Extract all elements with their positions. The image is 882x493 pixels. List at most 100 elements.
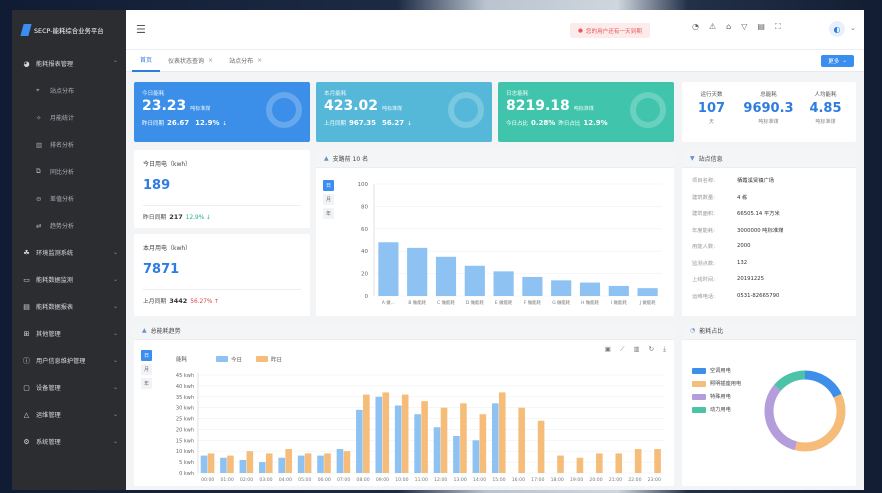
bar [596, 453, 603, 473]
warning-icon[interactable]: ⚠ [709, 22, 716, 32]
more-button[interactable]: 更多 ⌄ [821, 55, 854, 67]
gear-icon: ⚙ [23, 437, 30, 446]
x-tick-label: 19:00 [570, 477, 583, 483]
sidebar-item-8[interactable]: ▭ 能耗数据监测 ⌄ [12, 266, 126, 293]
lock-icon[interactable]: ⌂ [726, 22, 731, 32]
avatar[interactable]: ◐ [829, 21, 845, 37]
sidebar-item-10[interactable]: ⊞ 其他管理 ⌄ [12, 320, 126, 347]
kpi-compare-value: 0.28% [531, 119, 556, 127]
chevron-down-icon[interactable]: ⌄ [850, 24, 856, 32]
energy-ratio-donut [764, 370, 846, 452]
translate-icon[interactable]: ▤ [757, 22, 765, 32]
sidebar-item-11[interactable]: ⓘ 用户信息维护管理 ⌄ [12, 347, 126, 374]
toggle-year[interactable]: 年 [323, 208, 334, 219]
kpi-pct: 12.9% [195, 119, 220, 127]
kpi-unit: 吨标准煤 [573, 106, 594, 112]
sidebar-item-12[interactable]: ▢ 设备管理 ⌄ [12, 374, 126, 401]
info-value: 2000 [737, 243, 751, 250]
toggle-day[interactable]: 日 [141, 350, 152, 361]
arrow-down-icon: ↓ [206, 215, 211, 221]
sidebar-item-label: 趋势分析 [50, 223, 75, 230]
bar [479, 414, 487, 473]
wrench-icon: △ [23, 410, 30, 419]
summary-label: 总能耗 [760, 92, 777, 98]
toggle-month[interactable]: 月 [141, 364, 152, 375]
card-compare: 昨日同期 217 12.9% ↓ [143, 212, 211, 221]
info-row: 建筑数量: 4 栋 [682, 189, 856, 206]
arrow-down-icon: ↓ [407, 121, 412, 127]
bar [414, 414, 421, 473]
sidebar-item-label: 系统管理 [36, 439, 61, 446]
x-tick-label: 10:00 [395, 477, 408, 483]
tab-station-distribution[interactable]: 站点分布 × [221, 50, 270, 72]
sidebar-item-1[interactable]: ⌖ 站点分布 [12, 77, 126, 104]
y-tick-label: 10 kwh [176, 449, 194, 455]
sidebar-item-6[interactable]: ⇄ 趋势分析 [12, 212, 126, 239]
bar [356, 409, 363, 473]
legend-label: 昨日 [271, 356, 282, 364]
arrow-down-icon: ↓ [222, 121, 228, 127]
y-tick-label: 20 [361, 272, 368, 278]
x-tick-label: 06:00 [318, 477, 331, 483]
compare-value: 3442 [169, 297, 188, 305]
panel-title: 能耗占比 [699, 328, 724, 335]
bar [401, 394, 409, 473]
fullscreen-icon[interactable]: ⛶ [775, 22, 781, 32]
tab-meter-status[interactable]: 仪表状态查询 × [160, 50, 221, 72]
kpi-pct-label: 昨日占比 [558, 121, 581, 127]
toggle-year[interactable]: 年 [141, 378, 152, 389]
info-key: 监测点数: [692, 260, 715, 267]
y-tick-label: 30 kwh [176, 406, 194, 412]
kpi-compare: 上月同期 967.35 56.27 ↓ [324, 119, 412, 127]
x-tick-label: 00:00 [201, 477, 214, 483]
legend-item: 特殊用电 [692, 390, 741, 403]
sidebar-item-7[interactable]: ☘ 环境监测系统 ⌄ [12, 239, 126, 266]
bar [537, 420, 545, 473]
legend-swatch [216, 356, 228, 362]
sidebar-item-9[interactable]: ▤ 能耗数据报表 ⌄ [12, 293, 126, 320]
summary-card: 运行天数 107 天 总能耗 9690.3 吨标准煤 人均能耗 4.85 吨标准煤 [682, 82, 856, 142]
sidebar-item-label: 同比分析 [50, 169, 75, 176]
today-electricity-card: 今日用电（kwh） 189 昨日同期 217 12.9% ↓ [134, 150, 310, 228]
sidebar-item-label: 设备管理 [36, 385, 61, 392]
minus-circle-icon: ⊖ [36, 194, 42, 203]
panel-title: 站点信息 [698, 156, 723, 163]
info-key: 建筑数量: [692, 194, 715, 201]
sidebar-item-3[interactable]: ▥ 排名分析 [12, 131, 126, 158]
menu-toggle-icon[interactable]: ☰ [136, 23, 146, 36]
chart-circle-icon: ◕ [23, 59, 30, 68]
info-key: 上线时间: [692, 277, 715, 284]
sidebar-item-2[interactable]: ✧ 月能统计 [12, 104, 126, 131]
summary-value: 107 [697, 101, 726, 116]
sidebar-item-4[interactable]: ⧉ 同比分析 [12, 158, 126, 185]
x-tick-label: J 做能耗 [639, 299, 656, 306]
period-toggle: 日 月 年 [141, 350, 152, 389]
toggle-month[interactable]: 月 [323, 194, 334, 205]
bar [608, 285, 629, 296]
summary-total-energy: 总能耗 9690.3 吨标准煤 [741, 82, 796, 125]
card-title: 今日用电（kwh） [143, 161, 192, 168]
shirt-icon[interactable]: ▽ [741, 22, 747, 32]
bar [435, 256, 457, 296]
close-icon[interactable]: × [208, 57, 213, 64]
sidebar-item-0[interactable]: ◕ 能耗报表管理 ⌃ [12, 50, 126, 77]
legend-label: 空调用电 [710, 368, 731, 374]
history-icon[interactable]: ◔ [692, 22, 699, 32]
summary-label: 运行天数 [700, 92, 723, 98]
x-tick-label: 23:00 [648, 477, 661, 483]
sidebar-menu: ◕ 能耗报表管理 ⌃ ⌖ 站点分布 ✧ 月能统计 ▥ 排名分析 ⧉ 同比分析 ⊖ 差值分析 ⇄ 趋势分析 ☘ 环… [12, 50, 126, 455]
bar [522, 276, 543, 296]
close-icon[interactable]: × [257, 57, 262, 64]
kpi-compare: 今日占比 0.28% 昨日占比 12.9% [506, 119, 611, 127]
sidebar-item-5[interactable]: ⊖ 差值分析 [12, 185, 126, 212]
info-key: 项目名称: [692, 178, 715, 185]
toggle-day[interactable]: 日 [323, 180, 334, 191]
tab-home[interactable]: 首页 [132, 50, 161, 72]
sidebar-item-13[interactable]: △ 运维管理 ⌄ [12, 401, 126, 428]
x-tick-label: 12:00 [434, 477, 447, 483]
bar [407, 247, 428, 296]
bar [375, 396, 383, 473]
arrow-up-icon: ↑ [214, 299, 220, 305]
sidebar-item-14[interactable]: ⚙ 系统管理 ⌄ [12, 428, 126, 455]
legend-swatch [692, 393, 706, 400]
